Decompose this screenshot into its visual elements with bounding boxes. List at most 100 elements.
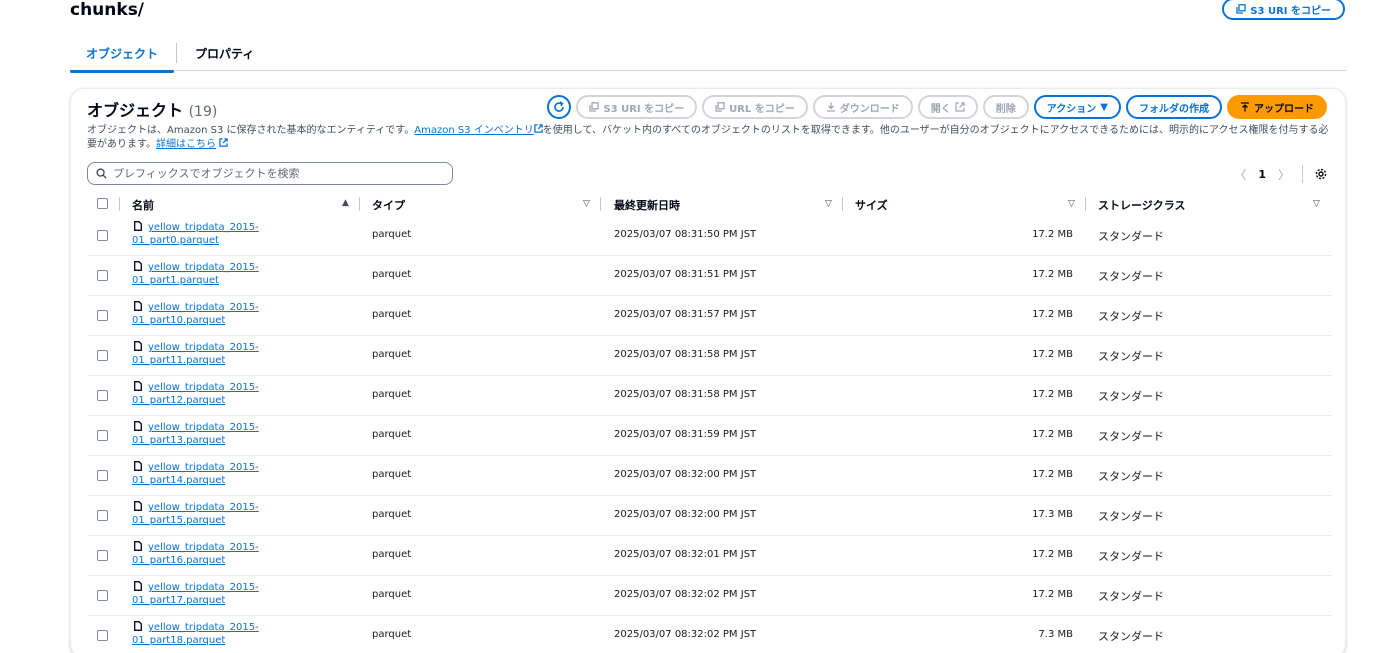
actions-dropdown[interactable]: アクション ▼	[1033, 95, 1121, 119]
row-checkbox[interactable]	[97, 270, 108, 281]
table-row[interactable]: yellow_tripdata_2015- 01_part13.parquet p…	[87, 416, 1332, 456]
inventory-link[interactable]: Amazon S3 インベントリ	[414, 125, 533, 136]
copy-s3-uri-toolbar-button[interactable]: S3 URI をコピー	[576, 95, 698, 119]
refresh-button[interactable]	[547, 95, 572, 119]
object-type: parquet	[372, 549, 412, 560]
select-all-checkbox[interactable]	[97, 198, 108, 209]
table-row[interactable]: yellow_tripdata_2015- 01_part12.parquet p…	[87, 376, 1332, 416]
external-link-icon	[955, 102, 965, 112]
upload-button[interactable]: アップロード	[1227, 95, 1327, 119]
copy-s3-uri-toolbar-label: S3 URI をコピー	[603, 103, 685, 115]
row-checkbox[interactable]	[97, 510, 108, 521]
object-name-link[interactable]: yellow_tripdata_2015-	[148, 382, 259, 393]
table-row[interactable]: yellow_tripdata_2015- 01_part1.parquet pa…	[87, 256, 1332, 296]
sort-ascending-icon[interactable]: ▲	[342, 198, 349, 208]
create-folder-button[interactable]: フォルダの作成	[1126, 95, 1222, 119]
object-name-link[interactable]: yellow_tripdata_2015-	[148, 502, 259, 513]
row-checkbox[interactable]	[97, 430, 108, 441]
object-name-link[interactable]: yellow_tripdata_2015-	[148, 582, 259, 593]
object-name-link-cont[interactable]: 01_part18.parquet	[132, 635, 225, 646]
object-storage-class: スタンダード	[1098, 590, 1164, 603]
table-row[interactable]: yellow_tripdata_2015- 01_part10.parquet p…	[87, 296, 1332, 336]
table-row[interactable]: yellow_tripdata_2015- 01_part14.parquet p…	[87, 456, 1332, 496]
column-size-header[interactable]: サイズ	[855, 197, 888, 213]
row-checkbox[interactable]	[97, 390, 108, 401]
file-icon	[134, 461, 142, 471]
object-name-link[interactable]: yellow_tripdata_2015-	[148, 302, 259, 313]
pagination: 〈 1 〉	[1234, 165, 1327, 183]
search-input[interactable]	[113, 167, 433, 180]
column-name-header[interactable]: 名前	[132, 197, 154, 213]
table-row[interactable]: yellow_tripdata_2015- 01_part18.parquet p…	[87, 616, 1332, 653]
object-name-link-cont[interactable]: 01_part17.parquet	[132, 595, 225, 606]
panel-title-text: オブジェクト	[87, 101, 184, 120]
column-divider	[359, 197, 360, 211]
row-checkbox[interactable]	[97, 310, 108, 321]
object-name-link[interactable]: yellow_tripdata_2015-	[148, 622, 259, 633]
tab-objects[interactable]: オブジェクト	[69, 45, 175, 73]
open-button[interactable]: 開く	[917, 95, 978, 119]
previous-page-icon[interactable]: 〈	[1234, 166, 1246, 183]
delete-button[interactable]: 削除	[982, 95, 1029, 119]
object-name-link[interactable]: yellow_tripdata_2015-	[148, 422, 259, 433]
sort-icon[interactable]: ▽	[1313, 199, 1320, 209]
sort-icon[interactable]: ▽	[1068, 199, 1075, 209]
object-name-link-cont[interactable]: 01_part12.parquet	[132, 395, 225, 406]
object-name-link-cont[interactable]: 01_part16.parquet	[132, 555, 225, 566]
page-title: chunks/	[70, 0, 145, 20]
object-name-link-cont[interactable]: 01_part0.parquet	[132, 235, 219, 246]
tab-properties[interactable]: プロパティ	[195, 45, 254, 62]
object-name-link[interactable]: yellow_tripdata_2015-	[148, 262, 259, 273]
object-type: parquet	[372, 469, 412, 480]
table-row[interactable]: yellow_tripdata_2015- 01_part16.parquet p…	[87, 536, 1332, 576]
object-size: 17.2 MB	[1032, 269, 1073, 280]
object-type: parquet	[372, 509, 412, 520]
learn-more-link[interactable]: 詳細はこちら	[156, 139, 216, 150]
table-row[interactable]: yellow_tripdata_2015- 01_part0.parquet pa…	[87, 216, 1332, 256]
tab-divider	[176, 43, 177, 63]
object-modified: 2025/03/07 08:32:01 PM JST	[614, 549, 757, 560]
object-name-link[interactable]: yellow_tripdata_2015-	[148, 222, 259, 233]
row-checkbox[interactable]	[97, 350, 108, 361]
column-modified-header[interactable]: 最終更新日時	[614, 197, 680, 213]
object-name-link[interactable]: yellow_tripdata_2015-	[148, 462, 259, 473]
object-name: yellow_tripdata_2015- 01_part12.parquet	[132, 381, 292, 407]
download-button[interactable]: ダウンロード	[812, 95, 913, 119]
open-label: 開く	[930, 103, 951, 115]
copy-s3-uri-button[interactable]: S3 URI をコピー	[1222, 0, 1345, 20]
next-page-icon[interactable]: 〉	[1278, 166, 1290, 183]
row-checkbox[interactable]	[97, 230, 108, 241]
toolbar: S3 URI をコピー URL をコピー ダウンロード 開く 削除 アクション …	[547, 95, 1327, 119]
sort-icon[interactable]: ▽	[825, 199, 832, 209]
table-row[interactable]: yellow_tripdata_2015- 01_part15.parquet p…	[87, 496, 1332, 536]
object-size: 7.3 MB	[1038, 629, 1073, 640]
settings-gear-icon[interactable]	[1315, 168, 1327, 180]
current-page-number[interactable]: 1	[1258, 168, 1266, 181]
pager-divider	[1302, 165, 1303, 183]
row-checkbox[interactable]	[97, 470, 108, 481]
object-name-link[interactable]: yellow_tripdata_2015-	[148, 342, 259, 353]
table-row[interactable]: yellow_tripdata_2015- 01_part17.parquet p…	[87, 576, 1332, 616]
panel-description: オブジェクトは、Amazon S3 に保存された基本的なエンティティです。Ama…	[87, 124, 1332, 152]
copy-icon	[589, 102, 600, 112]
object-name-link-cont[interactable]: 01_part1.parquet	[132, 275, 219, 286]
object-name: yellow_tripdata_2015- 01_part10.parquet	[132, 301, 292, 327]
object-name-link-cont[interactable]: 01_part15.parquet	[132, 515, 225, 526]
sort-icon[interactable]: ▽	[583, 199, 590, 209]
object-name-link-cont[interactable]: 01_part11.parquet	[132, 355, 225, 366]
table-row[interactable]: yellow_tripdata_2015- 01_part11.parquet p…	[87, 336, 1332, 376]
column-storage-class-header[interactable]: ストレージクラス	[1098, 197, 1186, 213]
copy-url-button[interactable]: URL をコピー	[702, 95, 808, 119]
object-name-link[interactable]: yellow_tripdata_2015-	[148, 542, 259, 553]
object-name-link-cont[interactable]: 01_part14.parquet	[132, 475, 225, 486]
row-checkbox[interactable]	[97, 550, 108, 561]
row-checkbox[interactable]	[97, 630, 108, 641]
object-name-link-cont[interactable]: 01_part13.parquet	[132, 435, 225, 446]
search-icon	[96, 168, 107, 179]
column-type-header[interactable]: タイプ	[372, 197, 405, 213]
create-folder-label: フォルダの作成	[1139, 103, 1209, 115]
search-field[interactable]	[87, 162, 453, 185]
object-name-link-cont[interactable]: 01_part10.parquet	[132, 315, 225, 326]
row-checkbox[interactable]	[97, 590, 108, 601]
object-size: 17.3 MB	[1032, 509, 1073, 520]
